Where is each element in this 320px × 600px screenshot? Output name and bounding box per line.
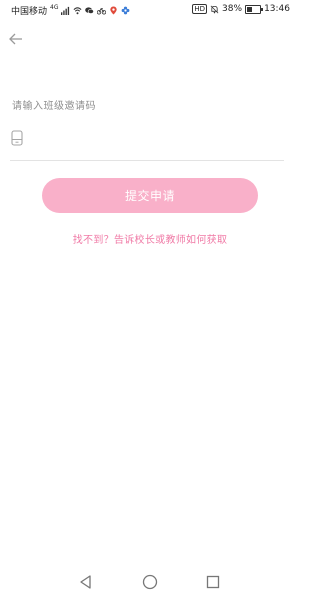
carrier-label: 中国移动 (11, 7, 48, 17)
status-right: HD 38% 13:46 (192, 4, 290, 14)
network-label: 4G (50, 4, 59, 11)
flower-icon (122, 6, 130, 15)
battery-icon (245, 4, 264, 14)
status-left: 中国移动 4G (11, 4, 130, 17)
battery-fill (247, 6, 253, 12)
square-recent-icon[interactable] (202, 571, 224, 593)
phone-icon (11, 130, 23, 146)
bike-icon (97, 7, 107, 15)
mute-icon (210, 5, 219, 13)
help-link[interactable]: 找不到？告诉校长或教师如何获取 (0, 231, 300, 246)
map-pin-icon (110, 6, 118, 15)
signal-icon (61, 6, 70, 15)
wifi-icon (74, 7, 82, 15)
submit-application-button[interactable]: 提交申请 (42, 178, 258, 213)
invite-code-field (10, 122, 284, 161)
system-nav-bar (0, 565, 300, 600)
invite-code-input[interactable] (32, 128, 280, 150)
circle-home-icon[interactable] (139, 571, 161, 593)
clock: 13:46 (264, 4, 290, 14)
triangle-back-icon[interactable] (75, 571, 97, 593)
back-button[interactable] (6, 29, 26, 49)
arrow-left-icon (9, 33, 22, 45)
invite-code-label: 请输入班级邀请码 (12, 101, 96, 112)
wechat-icon (85, 7, 95, 14)
hd-badge: HD (192, 4, 208, 14)
status-bar: 中国移动 4G HD 38% 13:46 (0, 0, 300, 20)
battery-percent: 38% (222, 4, 243, 14)
